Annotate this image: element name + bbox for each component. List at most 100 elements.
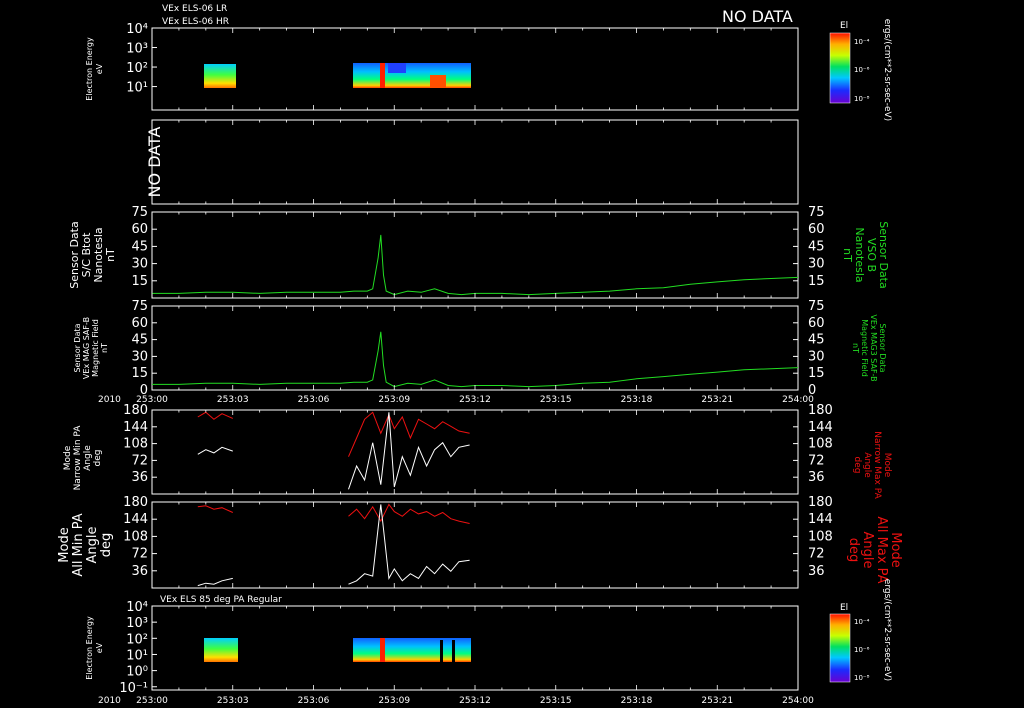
mag1-ytick-right: 30 [808,257,825,272]
pa2-ytick-left: 180 [123,495,148,510]
spec2-yticks-label: 10⁴ [126,600,148,615]
pa2-ytick-right: 144 [808,512,833,527]
spec2-yticks: 10⁴10³10²10¹ 10⁰10⁻¹ [119,600,157,696]
spec2-title: VEx ELS 85 deg PA Regular [160,595,282,605]
pa2-max-series-line [197,505,234,513]
pa1-rlabel-3: Angle [862,452,872,478]
header-line1: VEx ELS-06 LR [162,4,227,14]
panel-pa1: 180 180144 144108 10872 7236 36 Mode Narrow M… [63,403,892,500]
spec1-data [204,63,471,88]
pa1-ylabel-4: deg [93,450,103,467]
pa2-rlabel-2: All Max PA [874,516,889,583]
time-axis-2-tick-label: 253:00 [136,696,168,706]
spec1-ylabel-1: Electron Energy [85,37,94,101]
colorbar-bottom-tick-1: 10⁻⁴ [854,618,870,626]
pa2-max-series-line-seg2 [348,503,470,524]
mag2-ytick-left: 30 [131,349,148,364]
time-axis-2-tick-label: 253:18 [621,696,653,706]
mag1-ytick-left: 75 [131,205,148,220]
pa1-ylabel-2: Narrow Min PA [73,425,83,491]
time-axis-1-tick-label: 253:09 [378,395,410,405]
mag2-ylabel-2: VEx MAG SAF-B [82,317,91,379]
mag2-rlabel-2: VEx MAG3 SAF-B [869,314,878,381]
mag2-rlabel-1: Sensor Data [878,323,887,372]
time-axis-2-tick-label: 253:06 [298,696,330,706]
no-data-top-label: NO DATA [722,7,793,26]
pa2-ytick-left: 36 [131,564,148,579]
pa2-ytick-left: 72 [131,547,148,562]
pa1-min-series-line-seg2 [348,412,470,490]
spec1-block-2 [353,63,471,88]
pa1-max-series-line-seg2 [348,411,470,457]
time-axis-bottom-year: 2010 [98,696,121,706]
colorbar-bottom-tick-3: 10⁻⁸ [854,674,870,682]
time-axis-bottom: 2010 253:00 253:03 253:06 253:09 253:12 253:1… [98,696,814,706]
spec1-block-1 [204,64,236,88]
mag2-ytick-right: 15 [808,366,825,381]
header-line2: VEx ELS-06 HR [162,17,229,27]
mag2-ytick-left: 15 [131,366,148,381]
pa2-rlabel-1: Mode [888,532,903,567]
colorbar-top-tick-3: 10⁻⁸ [854,95,870,103]
vex-summary-plot: VEx ELS-06 LR VEx ELS-06 HR NO DATA 10⁴1… [57,4,903,706]
panel-nodata-frame [151,119,799,205]
colorbar-top-bar [829,32,851,104]
pa2-min-series-line [197,577,233,587]
panel-spec1-frame [151,27,799,111]
time-axis-1-tick-label: 253:06 [298,395,330,405]
mag1-ytick-left: 30 [131,257,148,272]
mag2-ytick-right: 60 [808,316,825,331]
pa1-max-series-line [197,411,233,420]
colorbar-bottom-tick-2: 10⁻⁶ [854,646,870,654]
mag2-ytick-right: 75 [808,299,825,314]
mag1-ytick-right: 75 [808,205,825,220]
spec1-hot-patch [388,63,406,73]
mag2-ytick-right: 45 [808,333,825,348]
time-axis-1-tick-label: 253:03 [217,395,249,405]
colorbar-top-units: ergs/(cm**2-sr-sec-eV) [882,19,892,121]
mag1-ytick-right: 15 [808,274,825,289]
panel-mag2: 75 7560 6045 4530 3015 150 0 Sensor Data VEx M… [73,299,887,398]
mag1-rlabel-4: nT [841,248,854,262]
mag1-ytick-left: 15 [131,274,148,289]
spec2-yticks-label: 10³ [126,616,148,631]
pa2-ylabel-4: deg [99,533,114,558]
time-axis-1-tick-label: 253:18 [621,395,653,405]
time-axis-middle-year: 2010 [98,395,121,405]
time-axis-middle: 2010 253:00 253:03 253:06 253:09 253:12 253:1… [98,395,814,405]
spec1-yticks-label: 10² [126,61,148,76]
pa1-yticks: 180 180144 144108 10872 7236 36 [123,403,833,485]
pa2-rlabel-4: deg [846,538,861,563]
time-axis-1-tick-label: 253:15 [540,395,572,405]
panel-pa1-frame [151,409,799,495]
spec1-hot-stripe [380,63,385,88]
pa1-ytick-left: 72 [131,453,148,468]
mag2-ylabel-1: Sensor Data [73,323,82,372]
mag1-series-line [152,234,799,296]
pa2-ytick-left: 144 [123,512,148,527]
pa1-rlabel-2: Narrow Max PA [872,431,882,499]
colorbar-top: El 10⁻⁴ 10⁻⁶ 10⁻⁸ ergs/(cm**2-sr-sec-eV) [829,19,892,121]
pa2-yticks: 180 180 144 144 108 108 72 72 36 36 [123,495,833,579]
pa1-ytick-right: 144 [808,420,833,435]
panel-mag2-frame [151,305,799,391]
pa1-ylabel-3: Angle [83,445,93,471]
mag1-ytick-left: 60 [131,222,148,237]
spec1-yticks-label: 10³ [126,42,148,57]
time-axis-2-tick-label: 253:03 [217,696,249,706]
spec1-ylabel-2: eV [95,63,104,74]
pa1-rlabel-4: deg [852,457,862,474]
pa1-ytick-right: 108 [808,437,833,452]
spec2-data [204,638,471,662]
pa1-ytick-left: 180 [123,403,148,418]
colorbar-bottom: El 10⁻⁴ 10⁻⁶ 10⁻⁸ ergs/(cm**2-sr-sec-eV) [829,579,892,683]
mag2-rlabel-3: Magnetic Field [860,319,869,377]
spec1-yticks-label: 10⁴ [126,22,148,37]
mag2-ylabel-4: nT [100,343,109,353]
spec2-yticks-label: 10¹ [126,648,148,663]
mag1-ylabel-4: nT [104,248,117,262]
panel-spec1: 10⁴ 10³ 10² 10¹ Electron Energy eV [85,22,799,111]
panel-spec2-frame [151,605,799,691]
pa1-ytick-right: 36 [808,470,825,485]
time-axis-1-tick-label: 253:21 [701,395,733,405]
